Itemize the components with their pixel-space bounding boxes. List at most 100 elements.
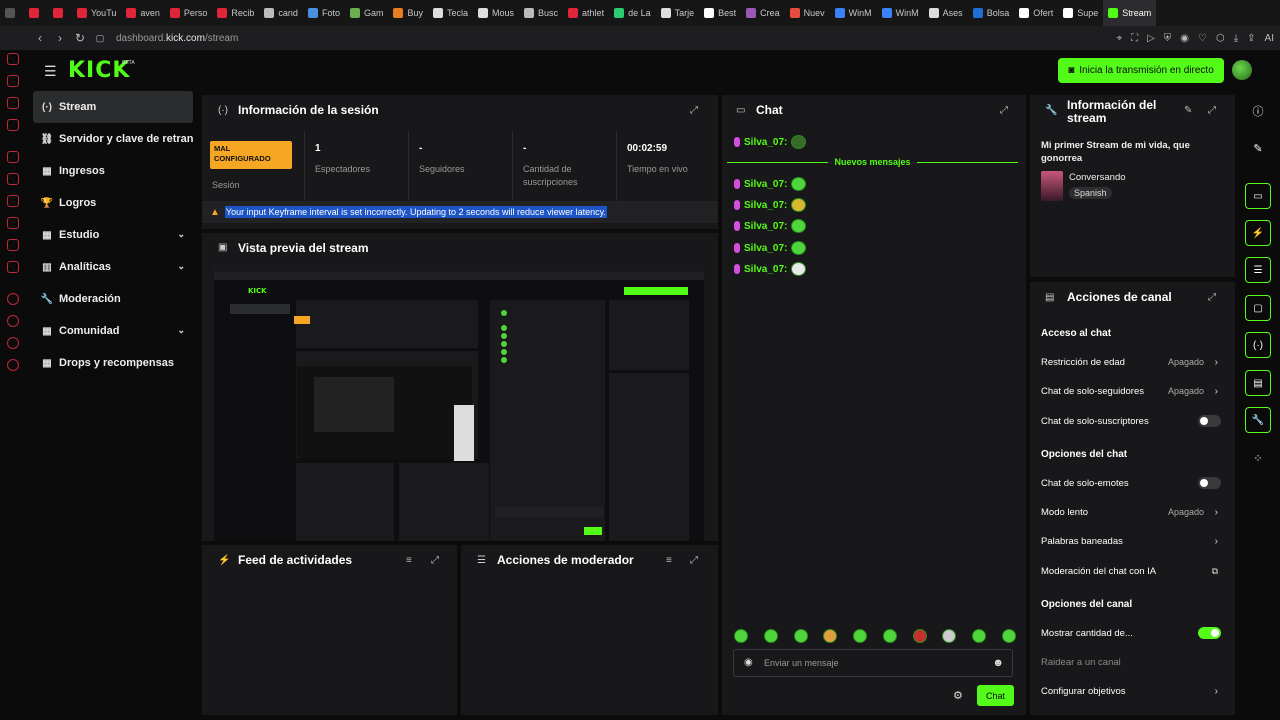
download-icon[interactable]: ⤓ (1234, 33, 1238, 44)
forward-icon[interactable]: › (50, 31, 70, 45)
followers-only-option[interactable]: Chat de solo-seguidores Apagado › (1041, 381, 1226, 401)
filter-icon[interactable]: ≡ (666, 555, 672, 566)
edit-icon[interactable]: ✎ (1184, 105, 1192, 116)
expand-icon[interactable]: ⤢ (1208, 105, 1216, 116)
snapshot-icon[interactable]: ⛶ (1131, 33, 1138, 44)
slow-mode-option[interactable]: Modo lento Apagado › (1041, 502, 1226, 522)
emote-icon[interactable] (942, 629, 957, 643)
browser-tab[interactable] (0, 0, 24, 26)
sidebar-app-icon[interactable] (7, 97, 19, 109)
browser-tab[interactable]: cand (259, 0, 303, 26)
emotes-only-toggle[interactable] (1198, 477, 1221, 489)
play-icon[interactable]: ▷ (1147, 33, 1155, 44)
sidebar-item-drops[interactable]: ▦ Drops y recompensas (33, 347, 193, 379)
browser-tab[interactable]: Foto (303, 0, 345, 26)
browser-tab[interactable]: Crea (741, 0, 785, 26)
heart-icon[interactable]: ♡ (1198, 33, 1207, 44)
pencil-icon[interactable]: ✎ (1245, 135, 1271, 161)
sidebar-app-icon[interactable] (7, 261, 19, 273)
sidebar-app-icon[interactable] (7, 293, 19, 305)
browser-tab[interactable]: Stream (1103, 0, 1157, 26)
browser-tab[interactable]: Tarje (656, 0, 700, 26)
emote-icon[interactable] (853, 629, 868, 643)
browser-tab[interactable]: Busc (519, 0, 563, 26)
chat-send-button[interactable]: Chat (977, 685, 1014, 706)
sidebar-item-analytics[interactable]: ▥ Analíticas ⌄ (33, 251, 193, 283)
age-restriction-option[interactable]: Restricción de edad Apagado › (1041, 352, 1226, 372)
sidebar-item-achievements[interactable]: 🏆 Logros (33, 187, 193, 219)
wrench-toggle-button[interactable]: 🔧 (1245, 407, 1271, 433)
sidebar-app-icon[interactable] (7, 173, 19, 185)
chat-input[interactable]: ◉ Enviar un mensaje ☻ (733, 649, 1013, 677)
browser-tab[interactable]: Gam (345, 0, 389, 26)
browser-tab[interactable]: de La (609, 0, 656, 26)
sidebar-app-icon[interactable] (7, 239, 19, 251)
browser-tab[interactable]: Perso (165, 0, 213, 26)
panel-toggle-button[interactable]: ▭ (1245, 183, 1271, 209)
sidebar-item-income[interactable]: ▦ Ingresos (33, 155, 193, 187)
share-icon[interactable]: ⇪ (1247, 33, 1255, 44)
emote-icon[interactable] (763, 629, 778, 643)
url-field[interactable]: dashboard.kick.com/stream (116, 33, 238, 44)
browser-tab[interactable]: Ofert (1014, 0, 1058, 26)
layout-icon[interactable]: ⁘ (1245, 445, 1271, 471)
chat-username[interactable]: Silva_07: (744, 264, 787, 275)
gear-icon[interactable]: ⚙ (953, 689, 963, 702)
bolt-toggle-button[interactable]: ⚡ (1245, 220, 1271, 246)
sidebar-item-community[interactable]: ▦ Comunidad ⌄ (33, 315, 193, 347)
goals-option[interactable]: Configurar objetivos › (1041, 681, 1226, 701)
browser-tab[interactable]: Tecla (428, 0, 473, 26)
browser-tab[interactable]: YouTu (72, 0, 121, 26)
browser-tab[interactable]: Mous (473, 0, 519, 26)
sidebar-item-moderation[interactable]: 🔧 Moderación (33, 283, 193, 315)
shield-icon[interactable]: ⛨ (1164, 33, 1172, 44)
expand-icon[interactable]: ⤢ (690, 105, 698, 116)
browser-tab[interactable]: Recib (212, 0, 259, 26)
chat-username[interactable]: Silva_07: (744, 221, 787, 232)
emote-icon[interactable] (793, 629, 808, 643)
browser-tab[interactable]: Nuev (785, 0, 830, 26)
category-name[interactable]: Conversando (1069, 172, 1126, 183)
chat-username[interactable]: Silva_07: (744, 137, 787, 148)
ai-button[interactable]: AI (1265, 33, 1274, 44)
browser-tab[interactable]: WinM (830, 0, 877, 26)
info-icon[interactable]: ⓘ (1245, 98, 1271, 124)
emote-icon[interactable] (972, 629, 987, 643)
browser-tab[interactable]: Buy (388, 0, 428, 26)
avatar[interactable] (1232, 60, 1252, 80)
menu-icon[interactable]: ☰ (44, 63, 57, 80)
extensions-icon[interactable]: ⬡ (1216, 33, 1225, 44)
emote-icon[interactable] (912, 629, 927, 643)
browser-tab[interactable]: Supe (1058, 0, 1103, 26)
expand-icon[interactable]: ⤢ (1208, 292, 1216, 303)
channel-toggle-button[interactable]: ▤ (1245, 370, 1271, 396)
browser-tab[interactable]: Bolsa (968, 0, 1015, 26)
back-icon[interactable]: ‹ (30, 31, 50, 45)
stream-preview-video[interactable]: KICK (214, 265, 704, 541)
browser-tab[interactable]: aven (121, 0, 165, 26)
chat-username[interactable]: Silva_07: (744, 179, 787, 190)
list-toggle-button[interactable]: ☰ (1245, 257, 1271, 283)
emoji-icon[interactable]: ☻ (992, 657, 1004, 669)
sidebar-app-icon[interactable] (7, 337, 19, 349)
emote-icon[interactable] (882, 629, 897, 643)
chat-username[interactable]: Silva_07: (744, 200, 787, 211)
sidebar-item-stream[interactable]: (·) Stream (33, 91, 193, 123)
sidebar-app-icon[interactable] (7, 315, 19, 327)
browser-tab[interactable]: athlet (563, 0, 609, 26)
emote-icon[interactable] (823, 629, 838, 643)
sidebar-app-icon[interactable] (7, 195, 19, 207)
ai-moderation-option[interactable]: Moderación del chat con IA ⧉ (1041, 561, 1226, 581)
sidebar-app-icon[interactable] (7, 119, 19, 131)
browser-tab[interactable] (48, 0, 72, 26)
sidebar-app-icon[interactable] (7, 217, 19, 229)
sidebar-app-icon[interactable] (7, 75, 19, 87)
raid-option[interactable]: Raidear a un canal (1041, 652, 1226, 672)
expand-icon[interactable]: ⤢ (690, 555, 698, 566)
banned-words-option[interactable]: Palabras baneadas › (1041, 531, 1226, 551)
emote-icon[interactable] (1001, 629, 1016, 643)
browser-tab[interactable]: WinM (877, 0, 924, 26)
sidebar-app-icon[interactable] (7, 151, 19, 163)
browser-tab[interactable]: Best (699, 0, 741, 26)
broadcast-toggle-button[interactable]: (·) (1245, 332, 1271, 358)
